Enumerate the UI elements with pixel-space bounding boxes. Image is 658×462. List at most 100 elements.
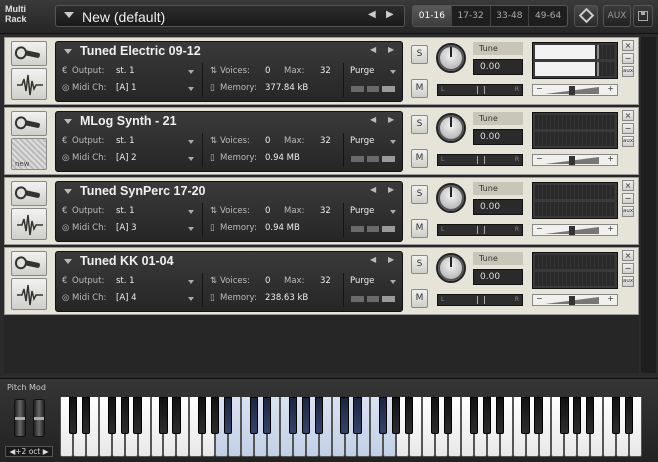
tab-channels-17-32[interactable]: 17-32	[452, 6, 491, 26]
close-instrument-button[interactable]: ×	[622, 180, 634, 191]
purge-menu[interactable]: Purge	[350, 136, 374, 146]
minimize-instrument-button[interactable]: −	[622, 263, 634, 274]
instrument-edit-button[interactable]	[11, 181, 47, 206]
instrument-edit-button[interactable]	[11, 41, 47, 66]
black-key[interactable]	[469, 397, 478, 434]
pan-slider[interactable]: L R	[437, 84, 523, 96]
black-key[interactable]	[133, 397, 142, 434]
chevron-down-icon[interactable]	[390, 140, 396, 144]
aux-sends-button[interactable]: aux	[622, 136, 634, 147]
tune-knob[interactable]	[436, 113, 466, 143]
solo-button[interactable]: S	[411, 185, 428, 204]
black-key[interactable]	[301, 397, 310, 434]
volume-handle[interactable]	[569, 86, 575, 95]
volume-slider[interactable]: − +	[532, 84, 618, 96]
black-key[interactable]	[560, 397, 569, 434]
aux-sends-button[interactable]: aux	[622, 276, 634, 287]
black-key[interactable]	[198, 397, 207, 434]
instrument-next-button[interactable]: ▶	[388, 185, 394, 194]
black-key[interactable]	[340, 397, 349, 434]
instrument-name[interactable]: Tuned SynPerc 17-20	[80, 184, 206, 198]
output-select[interactable]: st. 1	[116, 136, 135, 146]
chevron-down-icon[interactable]	[188, 70, 194, 74]
preset-prev-button[interactable]: ◀	[368, 9, 376, 20]
solo-button[interactable]: S	[411, 45, 428, 64]
pan-slider[interactable]: L R	[437, 154, 523, 166]
solo-button[interactable]: S	[411, 115, 428, 134]
black-key[interactable]	[81, 397, 90, 434]
close-instrument-button[interactable]: ×	[622, 40, 634, 51]
instrument-icon-button[interactable]: new	[11, 138, 47, 170]
tab-channels-49-64[interactable]: 49-64	[529, 6, 567, 26]
pan-slider[interactable]: L R	[437, 294, 523, 306]
black-key[interactable]	[624, 397, 634, 434]
black-key[interactable]	[159, 397, 168, 434]
pan-center-handle[interactable]	[477, 86, 485, 94]
pan-slider[interactable]: L R	[437, 224, 523, 236]
tune-knob[interactable]	[436, 183, 466, 213]
volume-handle[interactable]	[569, 296, 575, 305]
midi-channel-select[interactable]: [A] 1	[116, 83, 137, 93]
preset-next-button[interactable]: ▶	[386, 9, 394, 20]
chevron-down-icon[interactable]	[188, 227, 194, 231]
aux-button[interactable]: AUX	[603, 5, 631, 27]
black-key[interactable]	[392, 397, 401, 434]
max-voices-value[interactable]: 32	[320, 66, 331, 76]
black-key[interactable]	[288, 397, 297, 434]
chevron-down-icon[interactable]	[188, 157, 194, 161]
volume-slider[interactable]: − +	[532, 154, 618, 166]
purge-menu[interactable]: Purge	[350, 66, 374, 76]
mute-button[interactable]: M	[411, 149, 428, 168]
instrument-icon-button[interactable]	[11, 208, 47, 240]
chevron-down-icon[interactable]	[390, 280, 396, 284]
chevron-down-icon[interactable]	[188, 140, 194, 144]
midi-channel-select[interactable]: [A] 4	[116, 293, 137, 303]
instrument-icon-button[interactable]	[11, 68, 47, 100]
output-select[interactable]: st. 1	[116, 66, 135, 76]
black-key[interactable]	[495, 397, 504, 434]
max-voices-value[interactable]: 32	[320, 206, 331, 216]
black-key[interactable]	[68, 397, 78, 434]
pan-center-handle[interactable]	[477, 156, 485, 164]
chevron-down-icon[interactable]	[390, 210, 396, 214]
chevron-down-icon[interactable]	[390, 70, 396, 74]
output-select[interactable]: st. 1	[116, 276, 135, 286]
tune-value[interactable]: 0.00	[473, 269, 523, 285]
mod-wheel[interactable]	[33, 399, 45, 437]
minimize-instrument-button[interactable]: −	[622, 53, 634, 64]
instrument-prev-button[interactable]: ◀	[370, 115, 376, 124]
instrument-edit-button[interactable]	[11, 251, 47, 276]
max-voices-value[interactable]: 32	[320, 276, 331, 286]
black-key[interactable]	[482, 397, 491, 434]
black-key[interactable]	[534, 397, 543, 434]
tune-value[interactable]: 0.00	[473, 129, 523, 145]
midi-channel-select[interactable]: [A] 3	[116, 223, 137, 233]
mute-button[interactable]: M	[411, 219, 428, 238]
black-key[interactable]	[120, 397, 129, 434]
aux-sends-button[interactable]: aux	[622, 206, 634, 217]
aux-sends-button[interactable]: aux	[622, 66, 634, 77]
midi-channel-select[interactable]: [A] 2	[116, 153, 137, 163]
chevron-down-icon[interactable]	[188, 297, 194, 301]
black-key[interactable]	[223, 397, 233, 434]
instrument-next-button[interactable]: ▶	[388, 255, 394, 264]
instrument-name[interactable]: MLog Synth - 21	[80, 114, 177, 128]
purge-menu[interactable]: Purge	[350, 276, 374, 286]
max-voices-value[interactable]: 32	[320, 136, 331, 146]
instrument-name[interactable]: Tuned KK 01-04	[80, 254, 174, 268]
mute-button[interactable]: M	[411, 289, 428, 308]
instrument-prev-button[interactable]: ◀	[370, 185, 376, 194]
black-key[interactable]	[443, 397, 453, 434]
black-key[interactable]	[573, 397, 582, 434]
chevron-down-icon[interactable]	[64, 119, 72, 124]
tune-knob[interactable]	[436, 43, 466, 73]
black-key[interactable]	[405, 397, 414, 434]
volume-slider[interactable]: − +	[532, 294, 618, 306]
black-key[interactable]	[611, 397, 621, 434]
chevron-down-icon[interactable]	[64, 189, 72, 194]
instrument-edit-button[interactable]	[11, 111, 47, 136]
close-instrument-button[interactable]: ×	[622, 250, 634, 261]
pan-center-handle[interactable]	[477, 296, 485, 304]
output-select[interactable]: st. 1	[116, 206, 135, 216]
instrument-next-button[interactable]: ▶	[388, 115, 394, 124]
